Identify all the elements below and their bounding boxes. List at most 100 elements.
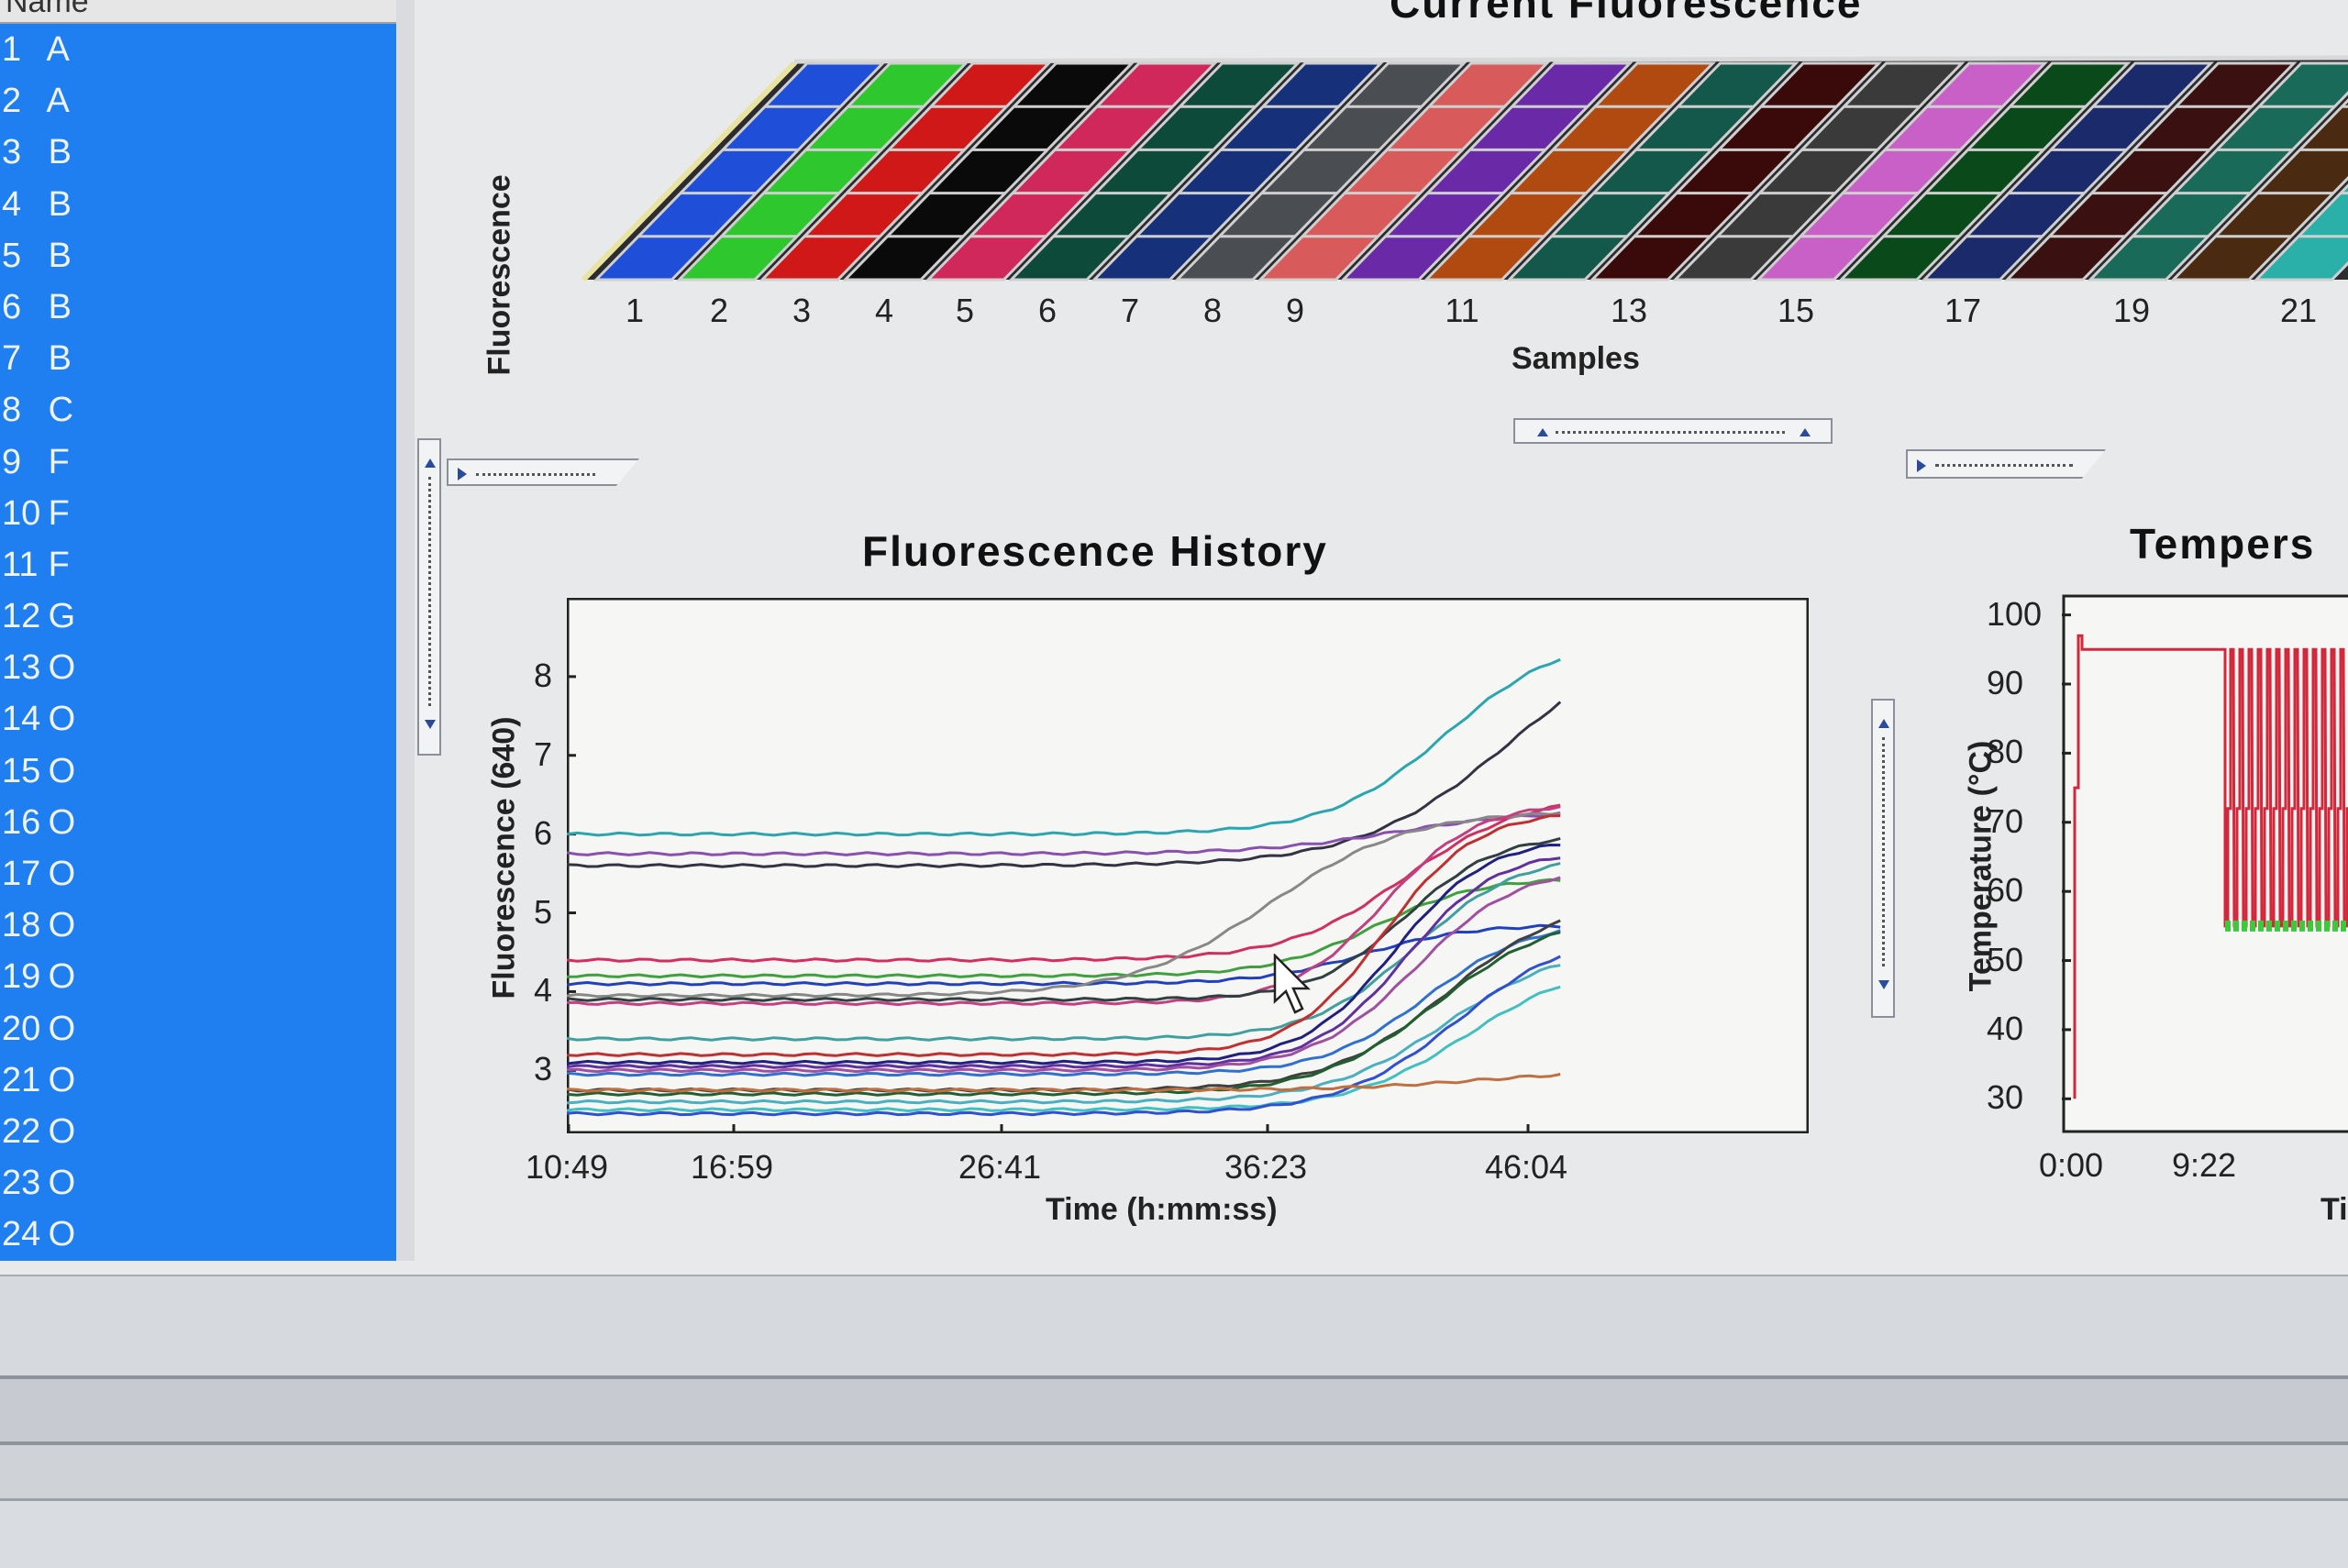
sample-row[interactable]: 20 O <box>0 1003 415 1055</box>
sample-row[interactable]: 8 C <box>0 384 415 436</box>
sample-number: 18 <box>2 900 39 951</box>
sample-name: O <box>49 1010 76 1048</box>
up-arrow-icon <box>1800 428 1811 436</box>
up-arrow-icon <box>1878 719 1889 728</box>
sample-number: 24 <box>2 1209 39 1260</box>
sample-name: O <box>49 648 76 687</box>
fluorescence-history-chart[interactable] <box>567 598 1809 1133</box>
temperature-title: Tempers <box>2130 519 2315 569</box>
sample-name: O <box>49 906 76 944</box>
sample-row[interactable]: 5 B <box>0 230 415 282</box>
y-tick-label: 90 <box>1987 664 2023 702</box>
y-tick-label: 5 <box>534 893 552 932</box>
sample-tick-label: 9 <box>1286 292 1304 330</box>
sample-number: 14 <box>2 693 39 745</box>
y-tick-label: 7 <box>534 735 552 774</box>
sample-name: O <box>49 1061 76 1099</box>
sample-tick-label: 6 <box>1038 292 1057 330</box>
sample-name: O <box>49 803 76 842</box>
right-arrow-icon <box>1917 459 1926 472</box>
main-area: Name 1 A2 A3 B4 B5 B6 B7 B8 C9 F10 F11 F… <box>0 0 2348 1275</box>
y-tick-label: 70 <box>1987 802 2023 841</box>
sample-row[interactable]: 21 O <box>0 1055 415 1106</box>
x-tick-label: 16:59 <box>691 1148 773 1187</box>
sample-row[interactable]: 9 F <box>0 436 415 488</box>
left-vertical-splitter[interactable] <box>417 438 441 756</box>
status-bar-3 <box>0 1441 2348 1502</box>
y-tick-label: 100 <box>1987 595 2042 634</box>
sample-list-panel: Name 1 A2 A3 B4 B5 B6 B7 B8 C9 F10 F11 F… <box>0 0 415 1261</box>
sample-name: B <box>49 185 72 224</box>
sample-name: O <box>49 1112 76 1151</box>
y-tick-label: 3 <box>534 1050 552 1088</box>
sample-number: 23 <box>2 1157 39 1209</box>
current-fluorescence-title: Current Fluorescence <box>1390 0 1862 28</box>
sample-tick-label: 7 <box>1121 292 1139 330</box>
sample-name: O <box>49 752 76 790</box>
sample-tick-label: 13 <box>1611 292 1647 330</box>
sample-number: 2 <box>2 75 39 127</box>
sample-number: 22 <box>2 1106 39 1157</box>
sample-number: 12 <box>2 591 39 642</box>
sample-row[interactable]: 15 O <box>0 745 415 797</box>
y-tick-label: 80 <box>1987 733 2023 771</box>
left-horizontal-splitter[interactable] <box>447 458 639 486</box>
sample-name: B <box>49 288 72 326</box>
sample-number: 7 <box>2 333 39 384</box>
sample-list-header[interactable]: Name <box>0 0 396 24</box>
sample-row[interactable]: 6 B <box>0 282 415 333</box>
sample-row[interactable]: 14 O <box>0 693 415 745</box>
right-vertical-splitter[interactable] <box>1871 699 1895 1018</box>
sample-name: B <box>49 237 72 275</box>
lightcycler-window: Name 1 A2 A3 B4 B5 B6 B7 B8 C9 F10 F11 F… <box>0 0 2348 1565</box>
sample-name: B <box>49 133 72 171</box>
sample-row[interactable]: 11 F <box>0 539 415 591</box>
right-arrow-icon <box>458 468 467 480</box>
sample-row[interactable]: 13 O <box>0 642 415 693</box>
y-tick-label: 4 <box>534 971 552 1010</box>
sample-row[interactable]: 10 F <box>0 488 415 539</box>
sample-row[interactable]: 4 B <box>0 179 415 230</box>
status-bar-1 <box>0 1275 2348 1377</box>
sample-row[interactable]: 17 O <box>0 848 415 900</box>
y-tick-label: 60 <box>1987 871 2023 910</box>
sample-tick-label: 1 <box>626 292 644 330</box>
current-fluorescence-chart <box>569 50 2348 289</box>
sample-tick-label: 4 <box>875 292 893 330</box>
sample-row[interactable]: 7 B <box>0 333 415 384</box>
center-horizontal-splitter[interactable] <box>1513 418 1833 444</box>
sample-number: 8 <box>2 384 39 436</box>
fluorescence-history-ylabel: Fluorescence (640) <box>487 724 523 999</box>
sample-name: B <box>49 339 72 378</box>
right-horizontal-splitter[interactable] <box>1906 449 2106 479</box>
current-fluorescence-ylabel: Fluorescence <box>482 220 518 376</box>
sample-row[interactable]: 24 O <box>0 1209 415 1260</box>
sample-row[interactable]: 23 O <box>0 1157 415 1209</box>
temperature-chart[interactable] <box>2062 594 2348 1133</box>
sample-row[interactable]: 19 O <box>0 951 415 1002</box>
sample-name: A <box>46 30 69 69</box>
sample-name: F <box>49 443 70 481</box>
sample-row[interactable]: 3 B <box>0 127 415 178</box>
up-arrow-icon <box>425 458 436 468</box>
status-bar-2 <box>0 1375 2348 1445</box>
sample-tick-label: 11 <box>1445 292 1479 330</box>
sample-number: 15 <box>2 745 39 797</box>
sample-row[interactable]: 2 A <box>0 75 415 127</box>
sample-name: O <box>49 1215 76 1253</box>
sample-row[interactable]: 16 O <box>0 797 415 848</box>
sample-tick-label: 17 <box>1944 292 1981 330</box>
name-column-header: Name <box>6 0 89 19</box>
sample-number: 19 <box>2 951 39 1002</box>
y-tick-label: 40 <box>1987 1010 2023 1048</box>
x-tick-label: 10:49 <box>526 1148 608 1187</box>
sample-number: 5 <box>2 230 39 282</box>
sample-row[interactable]: 22 O <box>0 1106 415 1157</box>
sample-row[interactable]: 1 A <box>0 24 415 75</box>
sample-tick-label: 8 <box>1203 292 1222 330</box>
sample-number: 13 <box>2 642 39 693</box>
sample-row[interactable]: 12 G <box>0 591 415 642</box>
sample-number: 3 <box>2 127 39 178</box>
sample-number: 6 <box>2 282 39 333</box>
sample-row[interactable]: 18 O <box>0 900 415 951</box>
